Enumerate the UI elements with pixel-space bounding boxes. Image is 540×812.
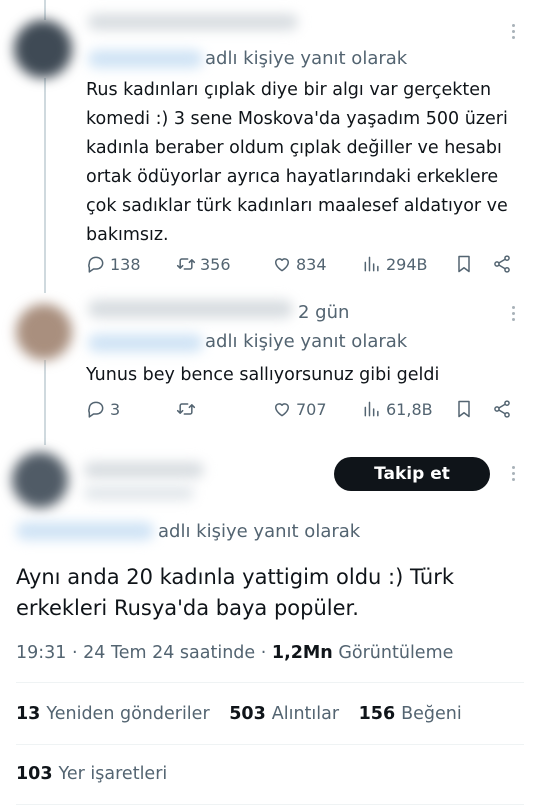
thread-line <box>44 360 46 445</box>
reply-to-handle-blurred <box>88 50 203 68</box>
views-button[interactable]: 294B <box>362 254 428 274</box>
more-icon[interactable] <box>512 24 516 39</box>
bookmark-icon <box>458 400 470 418</box>
reply-icon <box>88 401 104 418</box>
avatar[interactable] <box>14 20 72 78</box>
tweet-actions: 3 707 61,8B <box>86 399 520 423</box>
quotes-count: 503 <box>229 704 266 724</box>
thread-line <box>44 0 46 20</box>
bookmark-button[interactable] <box>454 399 474 419</box>
reply-to-label: adlı kişiye yanıt olarak <box>205 331 408 352</box>
bookmark-icon <box>458 255 470 273</box>
likes-stat[interactable]: 156 Beğeni <box>359 704 462 724</box>
reply-button[interactable]: 138 <box>86 254 141 274</box>
views-icon <box>364 401 379 417</box>
reply-to-label: adlı kişiye yanıt olarak <box>158 521 361 542</box>
views-button[interactable]: 61,8B <box>362 399 433 419</box>
display-name-blurred <box>88 300 293 318</box>
share-button[interactable] <box>492 399 512 419</box>
follow-button[interactable]: Takip et <box>334 457 490 491</box>
like-icon <box>275 403 289 417</box>
views-count: 294B <box>386 254 428 274</box>
bookmarks-stat[interactable]: 103 Yer işaretleri <box>16 764 167 784</box>
tweet-text: Yunus bey bence sallıyorsunuz gibi geldi <box>86 365 440 385</box>
share-icon <box>494 255 510 273</box>
views-count: 1,2Mn <box>271 643 333 663</box>
views-label: Görüntüleme <box>338 643 454 663</box>
reply-to-label: adlı kişiye yanıt olarak <box>205 48 408 69</box>
views-icon <box>364 256 379 272</box>
display-name-blurred <box>88 14 298 30</box>
reply-count: 138 <box>110 254 141 274</box>
reposts-count: 13 <box>16 704 41 724</box>
repost-icon <box>176 258 196 270</box>
like-button[interactable]: 707 <box>272 399 327 419</box>
repost-count: 356 <box>200 254 231 274</box>
tweet-text: Rus kadınları çıplak diye bir algı var g… <box>86 80 508 245</box>
thread-line <box>44 78 46 293</box>
like-button[interactable]: 834 <box>272 254 327 274</box>
likes-label: Beğeni <box>401 704 462 724</box>
avatar[interactable] <box>16 304 72 360</box>
likes-count: 156 <box>358 704 396 724</box>
tweet-actions: 138 356 834 294B <box>86 254 520 278</box>
reply-to-handle-blurred <box>88 334 203 352</box>
display-name-blurred <box>84 462 204 478</box>
repost-button[interactable]: 356 <box>176 254 231 274</box>
more-icon[interactable] <box>512 306 516 321</box>
repost-icon <box>176 403 196 415</box>
post-time[interactable]: 2 gün <box>298 302 349 323</box>
post-meta: 19:31 · 24 Tem 24 saatinde · 1,2Mn Görün… <box>16 643 454 663</box>
reposts-label: Yeniden gönderiler <box>46 704 210 724</box>
reply-button[interactable]: 3 <box>86 399 120 419</box>
reply-to-handle-blurred <box>16 522 154 540</box>
post-time[interactable]: 19:31 <box>16 643 66 663</box>
divider <box>16 804 524 805</box>
repost-button[interactable] <box>176 399 200 419</box>
avatar[interactable] <box>12 452 68 508</box>
like-count: 834 <box>296 254 327 274</box>
quotes-label: Alıntılar <box>271 704 340 724</box>
tweet-text: Aynı anda 20 kadınla yattigim oldu :) Tü… <box>16 565 455 620</box>
reply-icon <box>88 256 104 273</box>
share-icon <box>494 400 510 418</box>
like-count: 707 <box>296 399 327 419</box>
reply-count: 3 <box>110 399 121 419</box>
bookmarks-label: Yer işaretleri <box>58 764 168 784</box>
divider <box>16 744 524 745</box>
share-button[interactable] <box>492 254 512 274</box>
quotes-stat[interactable]: 503 Alıntılar <box>229 704 339 724</box>
handle-blurred <box>84 486 194 500</box>
reposts-stat[interactable]: 13 Yeniden gönderiler <box>16 704 210 724</box>
like-icon <box>275 258 289 272</box>
post-date[interactable]: 24 Tem 24 saatinde <box>83 643 255 663</box>
views-count: 61,8B <box>386 399 433 419</box>
bookmark-button[interactable] <box>454 254 474 274</box>
more-icon[interactable] <box>512 466 516 481</box>
divider <box>16 682 524 683</box>
bookmarks-count: 103 <box>16 764 53 784</box>
engagement-stats: 13 Yeniden gönderiler 503 Alıntılar 156 Beğ… <box>16 704 476 724</box>
